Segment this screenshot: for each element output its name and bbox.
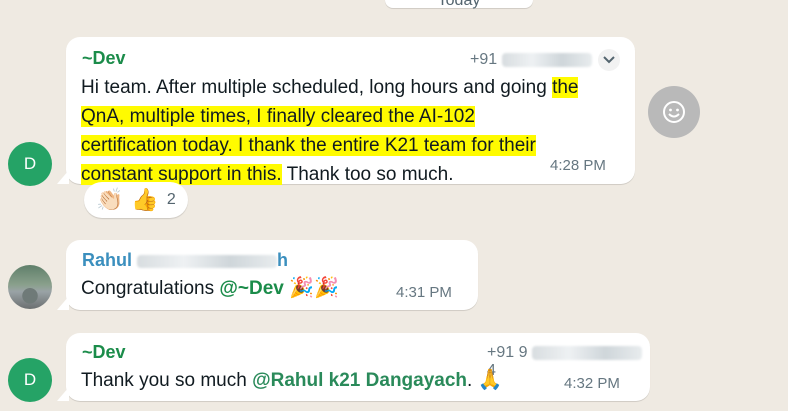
message-text: Thank you so much @Rahul k21 Dangayach. … xyxy=(81,366,503,395)
sender-first-name: Rahul xyxy=(82,250,133,270)
message-text-part: . xyxy=(467,370,478,391)
message-bubble[interactable]: ~Dev +91 9 4 Thank you so much @Rahul k2… xyxy=(57,333,650,401)
folded-hands-emoji: 🙏 xyxy=(477,369,503,391)
reaction-count: 2 xyxy=(166,191,176,208)
sender-name[interactable]: ~Dev xyxy=(82,342,126,363)
phone-prefix: +91 9 xyxy=(487,344,528,361)
sender-last-name: h xyxy=(277,250,289,270)
redacted-phone xyxy=(531,345,642,360)
phone-prefix: +91 xyxy=(470,51,498,68)
mention-link[interactable]: @Rahul k21 Dangayach xyxy=(252,370,467,391)
avatar[interactable] xyxy=(8,265,52,309)
avatar-initial: D xyxy=(23,370,37,389)
clap-emoji: 👏🏻 xyxy=(96,187,124,212)
message-bubble[interactable]: ~Dev +91 Hi team. After multiple schedul… xyxy=(57,37,635,185)
bubble-tail xyxy=(57,170,69,184)
message-text: Congratulations @~Dev 🎉🎉 xyxy=(81,274,339,303)
message-text-part: Hi team. After multiple scheduled, long … xyxy=(81,77,553,98)
highlighted-text: certification today. I thank the entire … xyxy=(81,135,536,156)
bubble-tail xyxy=(57,296,69,310)
party-popper-emoji: 🎉🎉 xyxy=(289,277,339,299)
avatar-initial: D xyxy=(23,154,37,173)
sender-phone: +91 xyxy=(470,51,592,69)
message-text: Hi team. After multiple scheduled, long … xyxy=(81,73,626,189)
redacted-name xyxy=(137,254,278,268)
mention-link[interactable]: @~Dev xyxy=(219,278,283,299)
date-divider: Today xyxy=(385,0,533,9)
message-text-part: Congratulations xyxy=(81,278,220,299)
avatar[interactable]: D xyxy=(8,358,52,402)
chevron-down-icon[interactable] xyxy=(598,49,620,71)
message-text-part: Thank too so much. xyxy=(281,164,454,185)
thumbs-up-emoji: 👍 xyxy=(131,187,159,212)
sender-name[interactable]: ~Dev xyxy=(82,48,126,69)
chat-area: Today D ~Dev +91 Hi team. After multiple… xyxy=(0,0,788,411)
message-time: 4:32 PM xyxy=(564,375,620,392)
message-bubble[interactable]: Rahul h Congratulations @~Dev 🎉🎉 4:31 PM xyxy=(57,240,478,310)
message-text-part: Thank you so much xyxy=(81,370,253,391)
sender-name[interactable]: Rahul h xyxy=(82,250,288,271)
message-time: 4:28 PM xyxy=(550,157,606,174)
bubble-tail xyxy=(57,387,69,401)
redacted-phone xyxy=(501,52,592,67)
avatar[interactable]: D xyxy=(8,142,52,186)
message-time: 4:31 PM xyxy=(396,284,452,301)
smiley-icon[interactable] xyxy=(648,86,700,138)
reactions-pill[interactable]: 👏🏻 👍 2 xyxy=(84,182,188,218)
